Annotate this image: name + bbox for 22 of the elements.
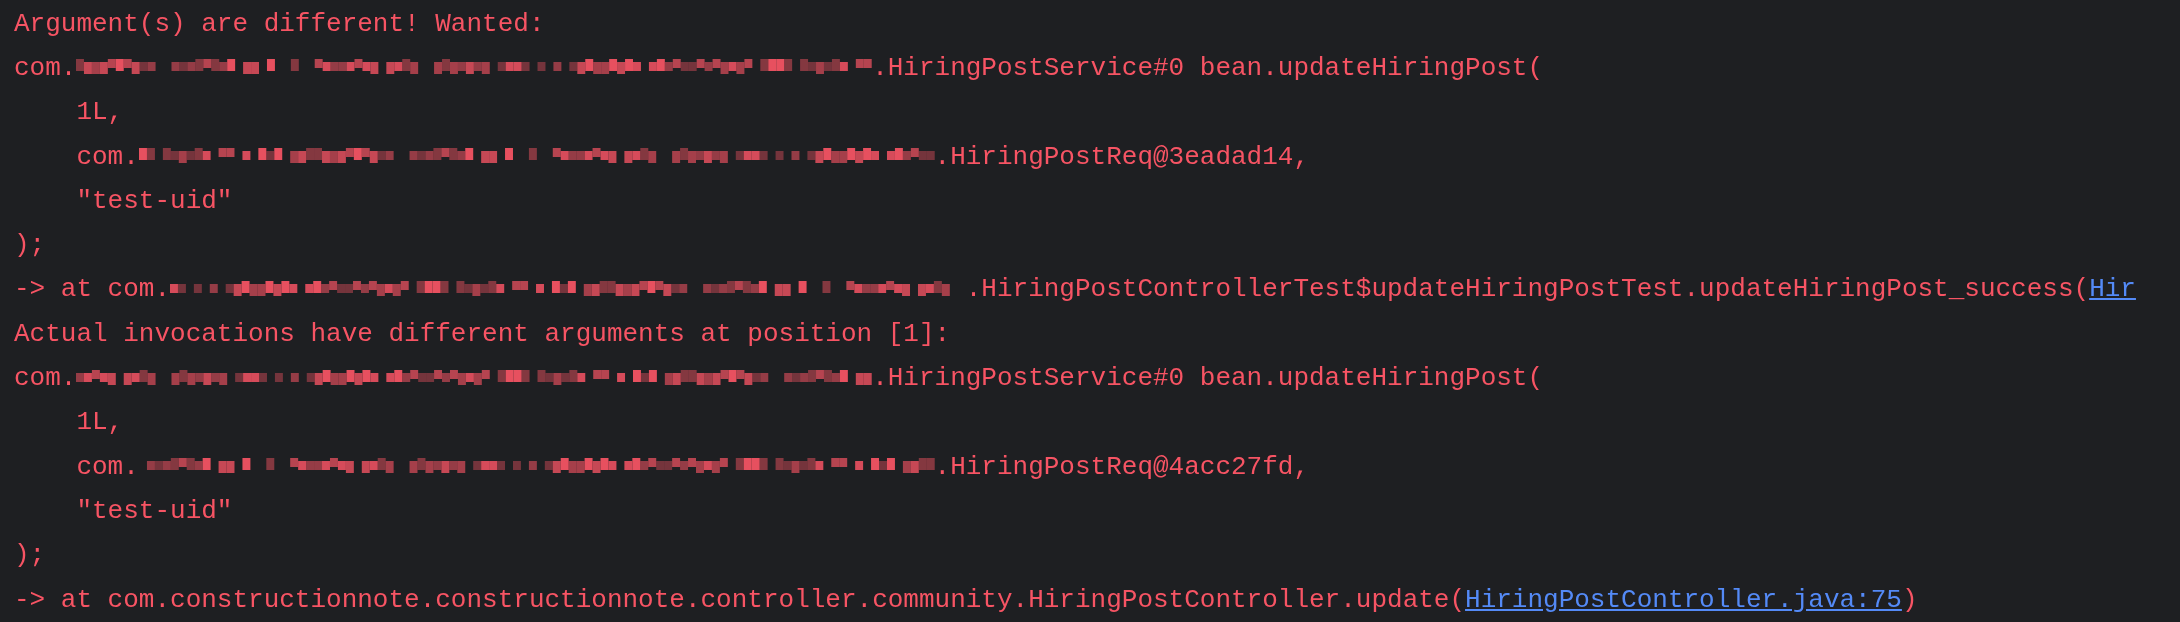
console-text: .HiringPostService#0 bean.updateHiringPost(	[872, 362, 1544, 395]
console-text: 1L,	[75, 96, 124, 130]
console-text: .HiringPostReq@4acc27fd,	[934, 450, 1309, 484]
console-text: com.	[75, 140, 139, 174]
console-text: Argument(s) are different! Wanted:	[14, 7, 545, 41]
console-text: -> at com.constructionnote.constructionnote.controller.community.HiringPostController.update(	[14, 583, 1466, 617]
console-text: .HiringPostService#0 bean.updateHiringPost(	[872, 51, 1544, 85]
console-text: )	[1901, 583, 1918, 617]
console-text: .HiringPostControllerTest$updateHiringPostTest.updateHiringPost_success(	[965, 273, 2090, 307]
console-text: .HiringPostReq@3eadad14,	[934, 140, 1309, 174]
console-text: "test-uid"	[75, 184, 233, 218]
console-text: 1L,	[75, 406, 124, 440]
source-link[interactable]: Hir	[2089, 270, 2136, 310]
console-text: com.	[14, 51, 77, 85]
console-text: com.	[14, 362, 77, 395]
console-text: );	[14, 229, 46, 263]
source-link[interactable]: HiringPostController.java:75	[1465, 580, 1902, 620]
console-text: com.	[75, 450, 139, 484]
console-text: Actual invocations have different arguments at position [1]:	[14, 317, 951, 351]
console-text: "test-uid"	[75, 494, 233, 528]
console-text: );	[14, 539, 46, 573]
console-text: -> at com.	[14, 273, 171, 307]
